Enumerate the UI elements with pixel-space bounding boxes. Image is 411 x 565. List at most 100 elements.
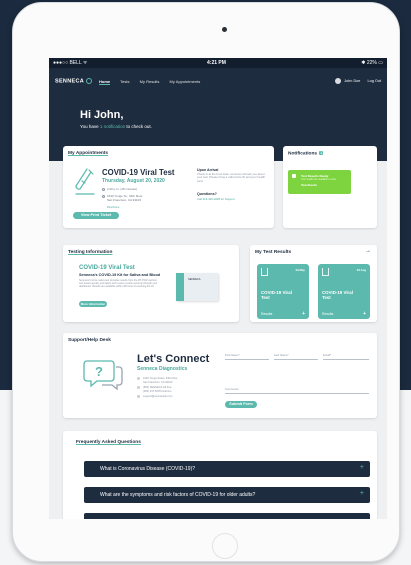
nav-link-results[interactable]: My Results bbox=[140, 79, 160, 84]
support-email: support@sennecadx.com bbox=[143, 394, 173, 398]
support-card: Support/Help Desk ? Let's Connect Sennec… bbox=[63, 333, 377, 418]
connect-subheading: Senneca Diagnostics bbox=[137, 366, 188, 372]
result-date: 03 May bbox=[295, 268, 305, 272]
user-menu: John Doe Log Out bbox=[335, 78, 381, 84]
logo-icon bbox=[86, 78, 92, 84]
appointments-card: My Appointments COVID-19 Viral Test Thur… bbox=[63, 146, 274, 228]
screen: ●●●○○ BELL ᯤ 4:21 PM ✱ 22% ▭ SENNECA Hom… bbox=[49, 58, 387, 519]
connect-heading: Let's Connect bbox=[137, 353, 210, 365]
test-tubes-icon bbox=[261, 268, 268, 276]
email-label: Email* bbox=[323, 353, 332, 357]
nav-link-appointments[interactable]: My Appointments bbox=[170, 79, 201, 84]
nav-link-tests[interactable]: Tests bbox=[120, 79, 129, 84]
logo-text: SENNECA bbox=[55, 78, 84, 85]
first-name-label: First Name* bbox=[225, 353, 240, 357]
appointment-address-2: San Francisco, CA 94103 bbox=[107, 197, 142, 202]
faq-card: Frequently Asked Questions What is Coron… bbox=[63, 431, 377, 519]
notification-count-badge: 1 bbox=[319, 151, 324, 155]
kit-stripe bbox=[176, 273, 184, 301]
home-button[interactable] bbox=[212, 533, 238, 559]
email-field[interactable]: Email* bbox=[323, 353, 369, 360]
plus-icon[interactable]: + bbox=[302, 311, 305, 317]
kit-label: SENNECA bbox=[188, 278, 201, 281]
logout-link[interactable]: Log Out bbox=[367, 79, 381, 83]
plus-icon[interactable]: + bbox=[360, 464, 364, 471]
support-phone-1: (800) SENNECA toll free bbox=[143, 385, 172, 389]
nav-link-home[interactable]: Home bbox=[99, 79, 111, 85]
plus-icon[interactable]: + bbox=[363, 311, 366, 317]
hero-subtitle: You have 1 notification to check out. bbox=[80, 124, 152, 129]
hero-sub-suffix: to check out. bbox=[125, 124, 152, 129]
comments-label: Comments bbox=[225, 387, 239, 391]
result-footer: Results bbox=[322, 312, 334, 316]
faq-title: Frequently Asked Questions bbox=[76, 440, 141, 445]
first-name-field[interactable]: First Name* bbox=[225, 353, 269, 360]
submit-form-button[interactable]: Submit Form bbox=[225, 401, 257, 408]
location-icon bbox=[137, 377, 140, 380]
result-footer: Results bbox=[261, 312, 273, 316]
testing-info-heading: COVID-19 Viral Test bbox=[79, 265, 135, 271]
support-phone-link[interactable]: Call 416-420-2828 for Support bbox=[197, 197, 235, 201]
notification-item-text: Your results are available to view bbox=[301, 178, 336, 181]
hero-sub-prefix: You have bbox=[80, 124, 100, 129]
chat-bubbles-icon: ? bbox=[83, 360, 123, 391]
faq-question: What are the symptoms and risk factors o… bbox=[100, 492, 256, 498]
appointment-test-name: COVID-19 Viral Test bbox=[102, 168, 175, 177]
testing-info-subheading: Senneca's COVID-19 Kit for Saliva and Bl… bbox=[79, 273, 161, 277]
directions-link[interactable]: Directions bbox=[107, 205, 119, 209]
faq-item[interactable]: What are the symptoms and risk factors o… bbox=[84, 487, 370, 503]
faq-item[interactable]: What is Coronavirus Disease (COVID-19)? … bbox=[84, 461, 370, 477]
testing-info-title: Testing Information bbox=[68, 250, 113, 255]
testing-info-body: Senneca's home saliva test provides resu… bbox=[79, 279, 158, 289]
battery-indicator: ✱ 22% ▭ bbox=[361, 60, 383, 66]
view-results-link[interactable]: View Results bbox=[301, 184, 317, 187]
camera-icon bbox=[222, 27, 227, 32]
notifications-title: Notifications 1 bbox=[288, 151, 324, 157]
result-title: COVID-19 Viral Test bbox=[322, 290, 353, 300]
support-phone-2: (480) 437-5478 local line bbox=[143, 389, 172, 393]
last-name-label: Last Name* bbox=[274, 353, 289, 357]
top-nav: SENNECA Home Tests My Results My Appoint… bbox=[49, 68, 387, 96]
test-tube-icon bbox=[75, 168, 95, 195]
file-icon bbox=[292, 174, 296, 178]
test-kit-image: SENNECA bbox=[176, 273, 218, 301]
test-tubes-icon bbox=[322, 268, 329, 276]
notifications-title-text: Notifications bbox=[288, 151, 318, 157]
last-name-field[interactable]: Last Name* bbox=[274, 353, 318, 360]
appointment-date: Thursday, August 20, 2020 bbox=[102, 178, 165, 184]
test-results-card: My Test Results → 03 May COVID-19 Viral … bbox=[250, 245, 377, 322]
support-address-1: 1640 Yonge Street, 34th Floor bbox=[143, 376, 178, 380]
result-card[interactable]: 03 Aug COVID-19 Viral Test Results + bbox=[318, 264, 370, 319]
test-results-title: My Test Results bbox=[255, 250, 292, 255]
clock: 4:21 PM bbox=[207, 60, 226, 66]
testing-info-card: Testing Information COVID-19 Viral Test … bbox=[63, 245, 239, 322]
questions-heading: Questions? bbox=[197, 192, 217, 196]
location-icon bbox=[102, 195, 105, 198]
appointment-time: 2:30 p.m. (15 minutes) bbox=[107, 186, 138, 191]
svg-text:?: ? bbox=[95, 364, 103, 379]
greeting: Hi John, bbox=[80, 109, 124, 121]
result-title: COVID-19 Viral Test bbox=[261, 290, 292, 300]
faq-question: What is Coronavirus Disease (COVID-19)? bbox=[100, 466, 196, 472]
user-name[interactable]: John Doe bbox=[344, 79, 360, 83]
nav-links: Home Tests My Results My Appointments bbox=[99, 79, 209, 85]
support-title: Support/Help Desk bbox=[68, 338, 111, 343]
view-ticket-button[interactable]: View Print Ticket bbox=[73, 212, 119, 219]
notification-item[interactable]: Test Results Ready Your results are avai… bbox=[288, 170, 351, 194]
comments-field[interactable]: Comments bbox=[225, 387, 369, 394]
arrow-right-icon[interactable]: → bbox=[365, 248, 371, 254]
notification-link[interactable]: 1 notification bbox=[100, 124, 125, 129]
tablet-frame: ●●●○○ BELL ᯤ 4:21 PM ✱ 22% ▭ SENNECA Hom… bbox=[12, 2, 400, 562]
faq-item[interactable] bbox=[84, 513, 370, 519]
result-card[interactable]: 03 May COVID-19 Viral Test Results + bbox=[257, 264, 309, 319]
carrier-text: ●●●○○ BELL ᯤ bbox=[53, 60, 88, 66]
arrival-text: Check in at the front desk, someone will… bbox=[197, 172, 266, 183]
more-info-button[interactable]: More Information bbox=[79, 301, 107, 307]
avatar[interactable] bbox=[335, 78, 342, 84]
result-date: 03 Aug bbox=[356, 268, 366, 272]
notifications-card: Notifications 1 Test Results Ready Your r… bbox=[283, 146, 377, 228]
plus-icon[interactable]: + bbox=[360, 490, 364, 497]
phone-icon bbox=[137, 386, 140, 389]
logo[interactable]: SENNECA bbox=[55, 78, 92, 84]
status-bar: ●●●○○ BELL ᯤ 4:21 PM ✱ 22% ▭ bbox=[49, 58, 387, 68]
